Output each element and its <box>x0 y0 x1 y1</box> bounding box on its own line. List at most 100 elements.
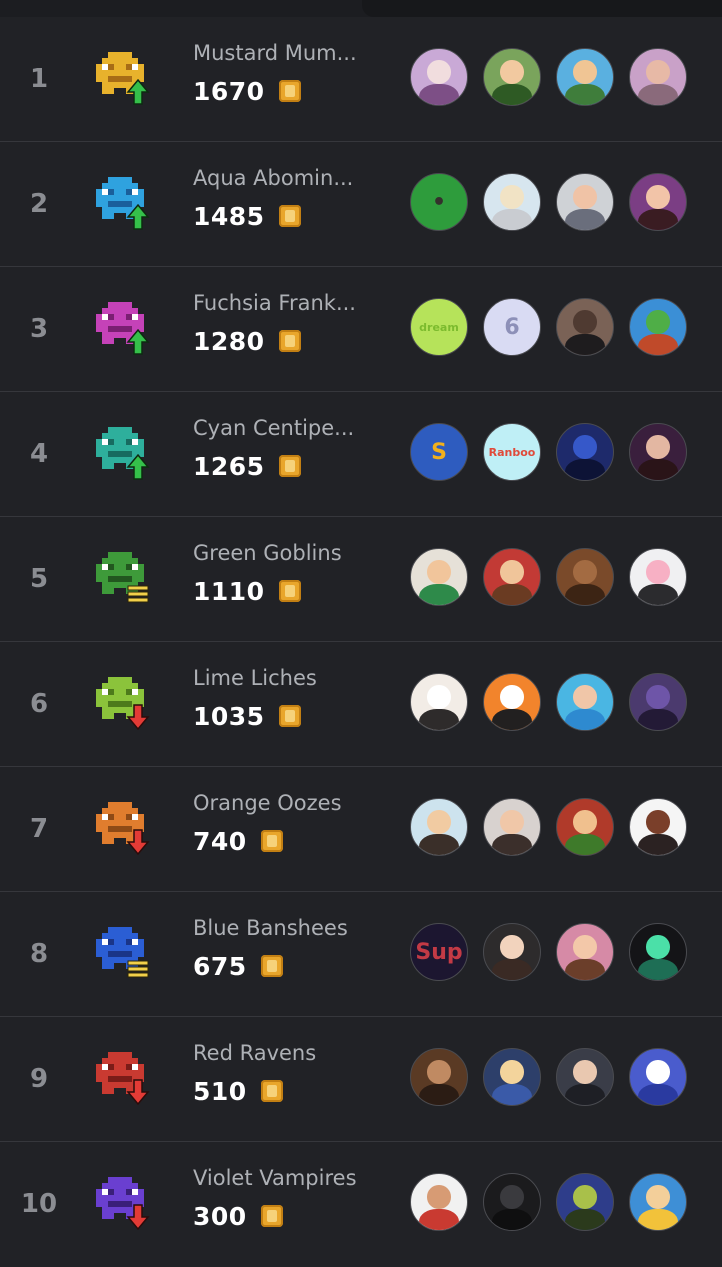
member-avatar[interactable] <box>556 548 614 606</box>
member-avatar[interactable] <box>629 298 687 356</box>
team-monster-icon <box>94 675 150 731</box>
team-members <box>410 1048 687 1106</box>
member-avatar[interactable] <box>556 423 614 481</box>
member-avatar[interactable]: • <box>410 173 468 231</box>
member-avatar[interactable] <box>483 673 541 731</box>
team-score: 1280 <box>193 325 301 357</box>
member-avatar[interactable] <box>629 673 687 731</box>
coin-icon <box>278 580 301 602</box>
team-name: Fuchsia Frank... <box>193 291 356 315</box>
top-tab[interactable] <box>362 0 722 17</box>
team-points: 1280 <box>193 326 265 356</box>
team-monster-icon <box>94 925 150 981</box>
team-monster-icon <box>94 425 150 481</box>
team-members <box>410 673 687 731</box>
leaderboard-row[interactable]: 2 Aqua Abomin... 1485 • <box>0 142 722 267</box>
leaderboard-row[interactable]: 1 Mustard Mum... 1670 <box>0 17 722 142</box>
team-points: 1485 <box>193 201 265 231</box>
member-avatar[interactable] <box>629 798 687 856</box>
team-name: Lime Liches <box>193 666 317 690</box>
team-members <box>410 48 687 106</box>
top-bar <box>0 0 722 17</box>
team-monster-icon <box>94 1175 150 1231</box>
member-avatar[interactable]: 6 <box>483 298 541 356</box>
rank-number: 2 <box>29 189 49 219</box>
member-avatar[interactable] <box>556 1173 614 1231</box>
rank-number: 4 <box>29 439 49 469</box>
rank-number: 10 <box>20 1189 58 1219</box>
team-monster-icon <box>94 550 150 606</box>
team-members <box>410 1173 687 1231</box>
member-avatar[interactable] <box>410 48 468 106</box>
member-avatar[interactable] <box>410 1173 468 1231</box>
coin-icon <box>260 1205 283 1227</box>
member-avatar[interactable] <box>483 548 541 606</box>
member-avatar[interactable] <box>483 1048 541 1106</box>
leaderboard-row[interactable]: 10 Violet Vampires 300 <box>0 1142 722 1267</box>
team-members: Sup <box>410 923 687 981</box>
team-members: • <box>410 173 687 231</box>
team-points: 740 <box>193 826 247 856</box>
member-avatar[interactable] <box>483 48 541 106</box>
leaderboard: 1 Mustard Mum... 1670 2 Aqua Abomin... 1485 • 3… <box>0 17 722 1267</box>
team-points: 1670 <box>193 76 265 106</box>
team-score: 1035 <box>193 700 301 732</box>
leaderboard-row[interactable]: 6 Lime Liches 1035 <box>0 642 722 767</box>
member-avatar[interactable]: dream <box>410 298 468 356</box>
member-avatar[interactable] <box>556 798 614 856</box>
team-name: Mustard Mum... <box>193 41 357 65</box>
team-name: Green Goblins <box>193 541 342 565</box>
member-avatar[interactable] <box>629 48 687 106</box>
member-avatar[interactable] <box>556 1048 614 1106</box>
team-points: 1035 <box>193 701 265 731</box>
member-avatar[interactable]: S <box>410 423 468 481</box>
member-avatar[interactable] <box>410 1048 468 1106</box>
member-avatar[interactable] <box>556 48 614 106</box>
member-avatar[interactable] <box>483 173 541 231</box>
coin-icon <box>260 1080 283 1102</box>
member-avatar[interactable] <box>556 173 614 231</box>
member-avatar[interactable] <box>483 1173 541 1231</box>
coin-icon <box>278 705 301 727</box>
rank-number: 6 <box>29 689 49 719</box>
team-name: Orange Oozes <box>193 791 342 815</box>
member-avatar[interactable] <box>629 923 687 981</box>
member-avatar[interactable] <box>483 923 541 981</box>
team-monster-icon <box>94 800 150 856</box>
member-avatar[interactable] <box>410 798 468 856</box>
coin-icon <box>260 830 283 852</box>
team-points: 300 <box>193 1201 247 1231</box>
member-avatar[interactable] <box>629 173 687 231</box>
member-avatar[interactable] <box>556 923 614 981</box>
member-avatar[interactable] <box>629 1048 687 1106</box>
leaderboard-row[interactable]: 7 Orange Oozes 740 <box>0 767 722 892</box>
team-monster-icon <box>94 50 150 106</box>
team-name: Cyan Centipe... <box>193 416 355 440</box>
leaderboard-row[interactable]: 5 Green Goblins 1110 <box>0 517 722 642</box>
member-avatar[interactable]: Sup <box>410 923 468 981</box>
member-avatar[interactable] <box>410 548 468 606</box>
team-members <box>410 798 687 856</box>
leaderboard-row[interactable]: 9 Red Ravens 510 <box>0 1017 722 1142</box>
member-avatar[interactable] <box>629 1173 687 1231</box>
member-avatar[interactable] <box>629 548 687 606</box>
rank-number: 9 <box>29 1064 49 1094</box>
team-monster-icon <box>94 1050 150 1106</box>
leaderboard-row[interactable]: 4 Cyan Centipe... 1265 S Ranboo <box>0 392 722 517</box>
member-avatar[interactable] <box>410 673 468 731</box>
team-score: 675 <box>193 950 283 982</box>
team-score: 1265 <box>193 450 301 482</box>
leaderboard-row[interactable]: 8 Blue Banshees 675 Sup <box>0 892 722 1017</box>
member-avatar[interactable] <box>556 298 614 356</box>
team-score: 1110 <box>193 575 301 607</box>
leaderboard-row[interactable]: 3 Fuchsia Frank... 1280 dream 6 <box>0 267 722 392</box>
team-monster-icon <box>94 300 150 356</box>
member-avatar[interactable] <box>483 798 541 856</box>
member-avatar[interactable] <box>556 673 614 731</box>
team-name: Red Ravens <box>193 1041 317 1065</box>
team-members: S Ranboo <box>410 423 687 481</box>
rank-number: 1 <box>29 64 49 94</box>
rank-number: 5 <box>29 564 49 594</box>
member-avatar[interactable]: Ranboo <box>483 423 541 481</box>
member-avatar[interactable] <box>629 423 687 481</box>
